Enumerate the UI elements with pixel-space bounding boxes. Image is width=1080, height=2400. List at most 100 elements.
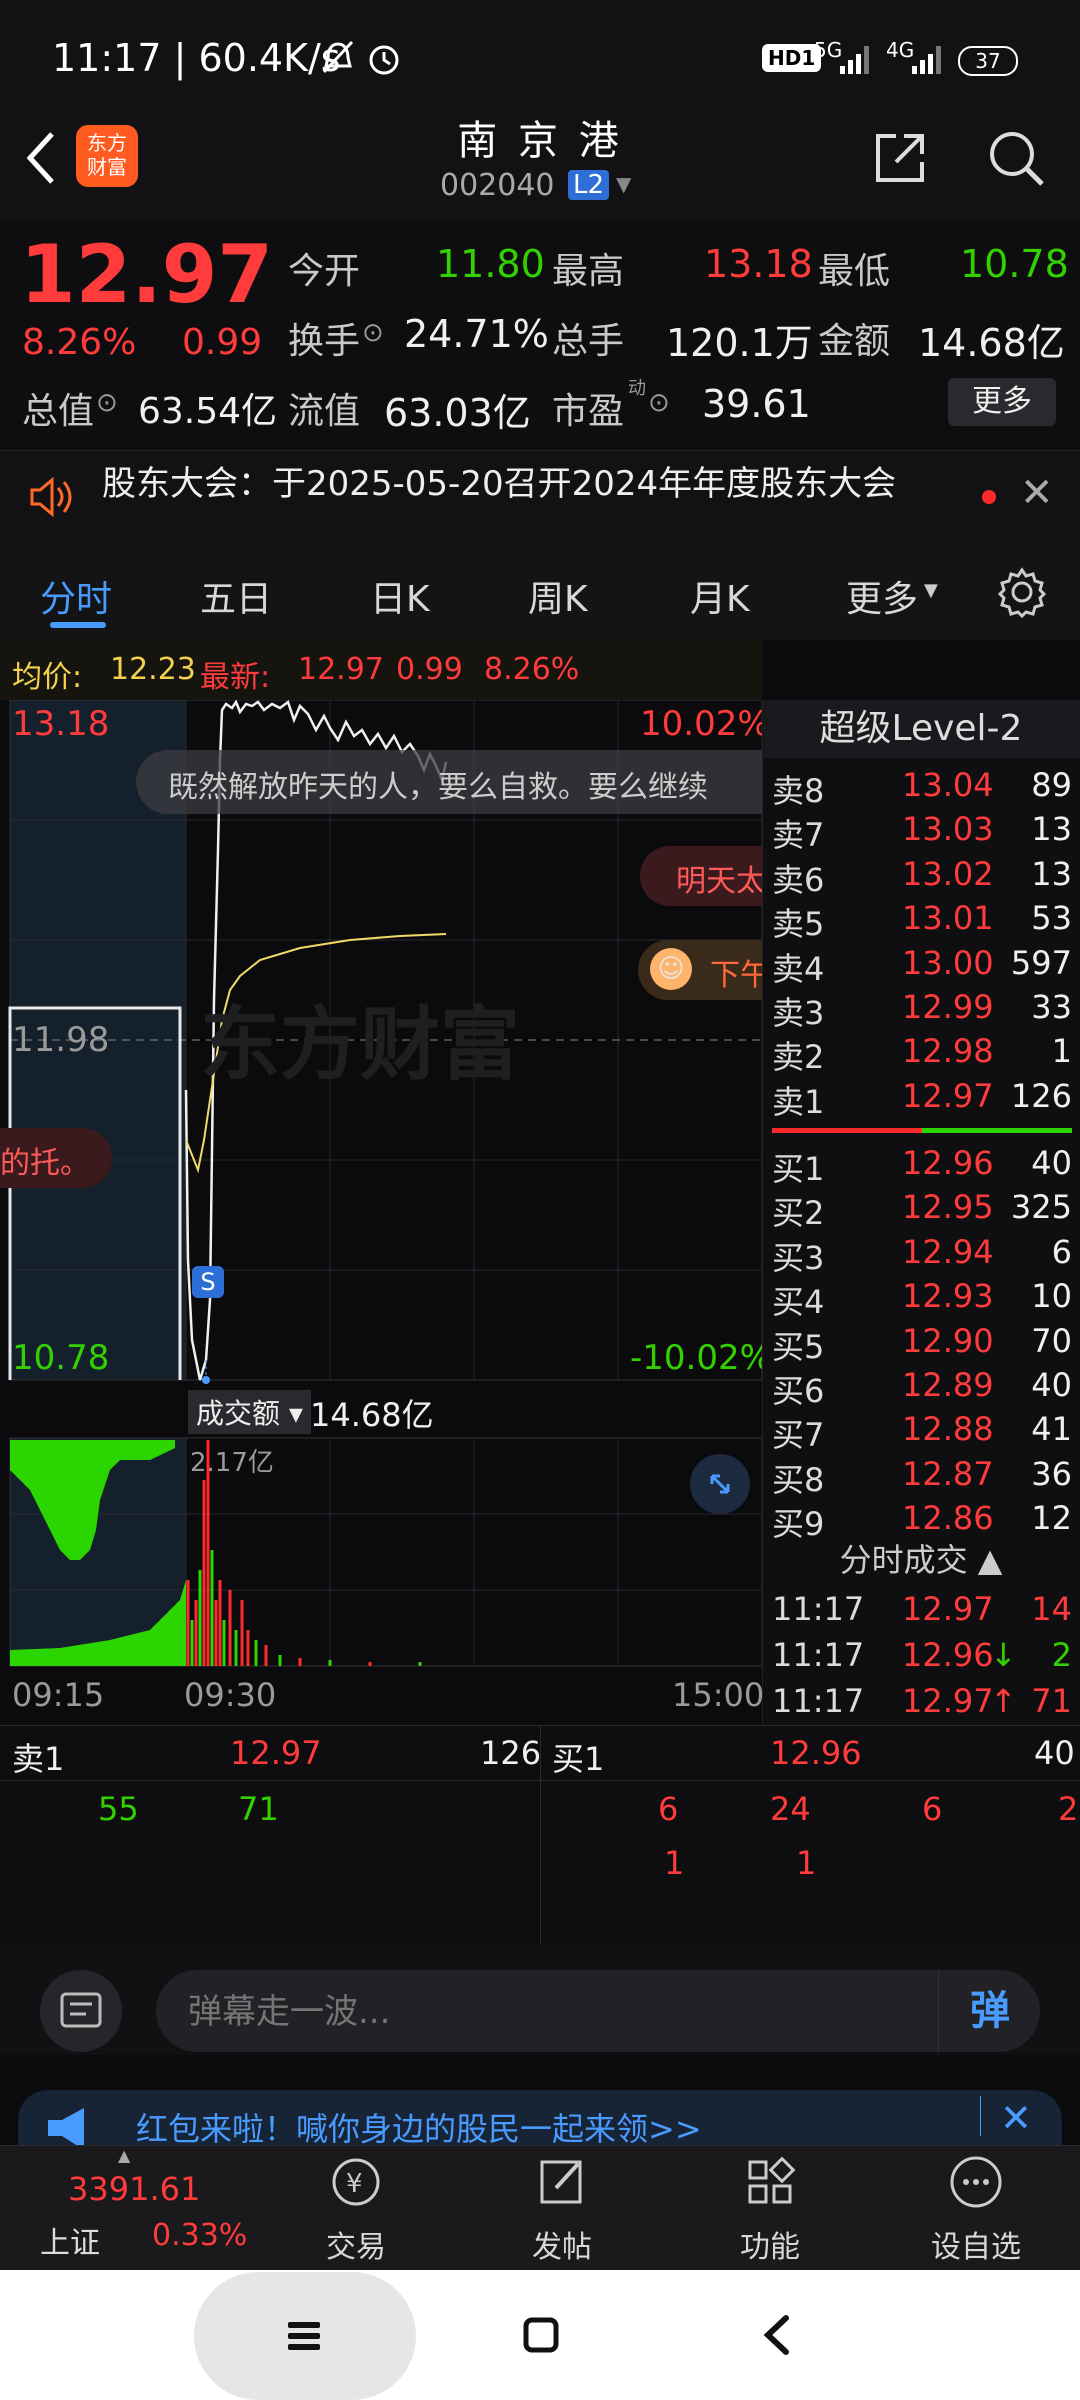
bid-row[interactable]: 买4 12.93 10 (772, 1277, 1072, 1321)
ticks-title-label: 分时成交 (839, 1541, 968, 1579)
ask-row[interactable]: 卖7 13.03 13 (772, 810, 1072, 854)
danmu-input[interactable] (186, 1984, 950, 2040)
tab-month-k[interactable]: 月K (690, 570, 750, 622)
tick-vol: 14 (1031, 1590, 1072, 1628)
ask-row[interactable]: 卖5 13.01 53 (772, 899, 1072, 943)
change-amount: 0.99 (182, 322, 263, 363)
float-value: 63.03亿 (384, 391, 531, 435)
up-chevron-icon[interactable]: ▲ (118, 2146, 130, 2165)
tab-day-k[interactable]: 日K (370, 570, 430, 622)
emoji-avatar-icon: ☺ (650, 948, 692, 990)
comment-list-icon[interactable] (40, 1970, 122, 2052)
info-icon-3[interactable]: ⊙ (648, 388, 670, 418)
ask-row[interactable]: 卖2 12.98 1 (772, 1032, 1072, 1076)
promo-divider (980, 2096, 981, 2136)
nav-post[interactable]: 发帖 (492, 2150, 632, 2266)
ask-name: 卖6 (772, 860, 825, 899)
turnover-label: 换手 (288, 321, 361, 362)
pe-label: 市盈 (552, 391, 625, 432)
tab-minute[interactable]: 分时 (40, 570, 112, 622)
bid-row[interactable]: 买1 12.96 40 (772, 1144, 1072, 1188)
danmu-bubble-2[interactable]: 明天太 (640, 846, 762, 906)
bid-row[interactable]: 买6 12.89 40 (772, 1366, 1072, 1410)
danmu-toggle-button[interactable]: 弹 (938, 1970, 1041, 2052)
bid-row[interactable]: 买8 12.87 36 (772, 1455, 1072, 1499)
bid-divider (922, 1128, 1072, 1133)
level2-title[interactable]: 超级Level-2 (762, 700, 1080, 758)
y-top-label: 13.18 (12, 704, 110, 744)
index-name[interactable]: 上证 (40, 2218, 100, 2262)
danmu-input-wrap: 弹 (156, 1970, 1040, 2052)
current-price: 12.97 (20, 228, 274, 321)
dropdown-icon[interactable]: ▼ (616, 172, 631, 196)
settings-gear-icon[interactable] (996, 566, 1048, 618)
grid-apps-icon (748, 2156, 796, 2204)
info-icon[interactable]: ⊙ (362, 318, 384, 348)
promo-close-icon[interactable]: ✕ (1000, 2096, 1032, 2140)
mktcap-label: 总值 (22, 391, 95, 432)
bid-vol: 40 (1031, 1366, 1072, 1404)
ask-row[interactable]: 卖1 12.97 126 (772, 1077, 1072, 1121)
tick-time: 11:17 (772, 1590, 865, 1628)
notice-text[interactable]: 股东大会：于2025-05-20召开2024年年度股东大会 (102, 456, 896, 505)
danmu-bubble-3[interactable]: ☺ 下午 (638, 940, 762, 1000)
amount-value: 14.68亿 (918, 321, 1065, 365)
sell1-price: 12.97 (230, 1734, 322, 1772)
tab-5day[interactable]: 五日 (200, 570, 272, 622)
dollar-marker-icon[interactable]: S (192, 1266, 224, 1298)
vol-max-label: 2.17亿 (190, 1448, 274, 1478)
vol-type-label: 成交额 (196, 1397, 281, 1430)
pct-bottom-label: -10.02% (630, 1338, 772, 1378)
bid-row[interactable]: 买5 12.90 70 (772, 1322, 1072, 1366)
search-icon[interactable] (984, 126, 1048, 190)
bid-name: 买8 (772, 1460, 825, 1499)
tab-week-k[interactable]: 周K (528, 570, 588, 622)
close-icon[interactable]: ✕ (1020, 470, 1054, 516)
chevron-down-icon[interactable]: ▼ (924, 580, 938, 601)
bid-row[interactable]: 买7 12.88 41 (772, 1410, 1072, 1454)
index-pct[interactable]: 0.33% (152, 2218, 247, 2253)
home-icon[interactable] (520, 2314, 564, 2358)
pe-sup: 动 (628, 378, 646, 399)
ticks-title[interactable]: 分时成交 ▲ (762, 1530, 1080, 1590)
vol-type-dropdown[interactable]: 成交额 ▾ (188, 1390, 311, 1434)
signal-5g: 5G (814, 38, 843, 62)
danmu-bubble-4[interactable]: 的托。 (0, 1128, 112, 1188)
bid-row[interactable]: 买2 12.95 325 (772, 1188, 1072, 1232)
tab-underline (50, 622, 106, 628)
last-change: 0.99 (396, 652, 463, 687)
recents-button[interactable] (194, 2272, 416, 2400)
nav-post-label: 发帖 (532, 2230, 592, 2265)
ask-name: 卖4 (772, 949, 825, 988)
expand-icon[interactable] (690, 1454, 750, 1514)
ask-row[interactable]: 卖3 12.99 33 (772, 988, 1072, 1032)
back-nav-icon[interactable] (758, 2312, 798, 2358)
signal-icon-2 (912, 46, 941, 74)
ask-row[interactable]: 卖6 13.02 13 (772, 855, 1072, 899)
level2-badge[interactable]: L2 (568, 170, 610, 200)
more-button[interactable]: 更多 (948, 378, 1056, 426)
ask-name: 卖5 (772, 905, 825, 944)
bid-price: 12.93 (902, 1277, 994, 1316)
last-pct: 8.26% (484, 652, 580, 687)
speaker-icon (30, 476, 72, 518)
bid-vol: 36 (1031, 1454, 1072, 1493)
ask-name: 卖7 (772, 816, 825, 855)
info-icon-2[interactable]: ⊙ (96, 388, 118, 418)
tick-price: 12.96 (902, 1636, 994, 1674)
tab-more[interactable]: 更多 (846, 570, 918, 622)
ask-vol: 13 (1031, 810, 1072, 849)
ask-price: 13.03 (902, 810, 994, 849)
nav-add-watchlist[interactable]: 设自选 (906, 2150, 1046, 2266)
ask-row[interactable]: 卖8 13.04 89 (772, 766, 1072, 810)
nav-trade[interactable]: ¥ 交易 (286, 2150, 426, 2266)
ask-row[interactable]: 卖4 13.00 597 (772, 944, 1072, 988)
bid-row[interactable]: 买3 12.94 6 (772, 1233, 1072, 1277)
amount-label: 金额 (818, 321, 891, 362)
tick-vol: 2 (1051, 1636, 1072, 1674)
share-icon[interactable] (870, 128, 930, 188)
index-value[interactable]: 3391.61 (68, 2170, 200, 2208)
nav-function[interactable]: 功能 (700, 2150, 840, 2266)
danmu-bubble-1[interactable]: 既然解放昨天的人，要么自救。要么继续 (136, 750, 762, 814)
promo-banner[interactable]: 红包来啦！喊你身边的股民一起来领>> ✕ (18, 2090, 1062, 2150)
